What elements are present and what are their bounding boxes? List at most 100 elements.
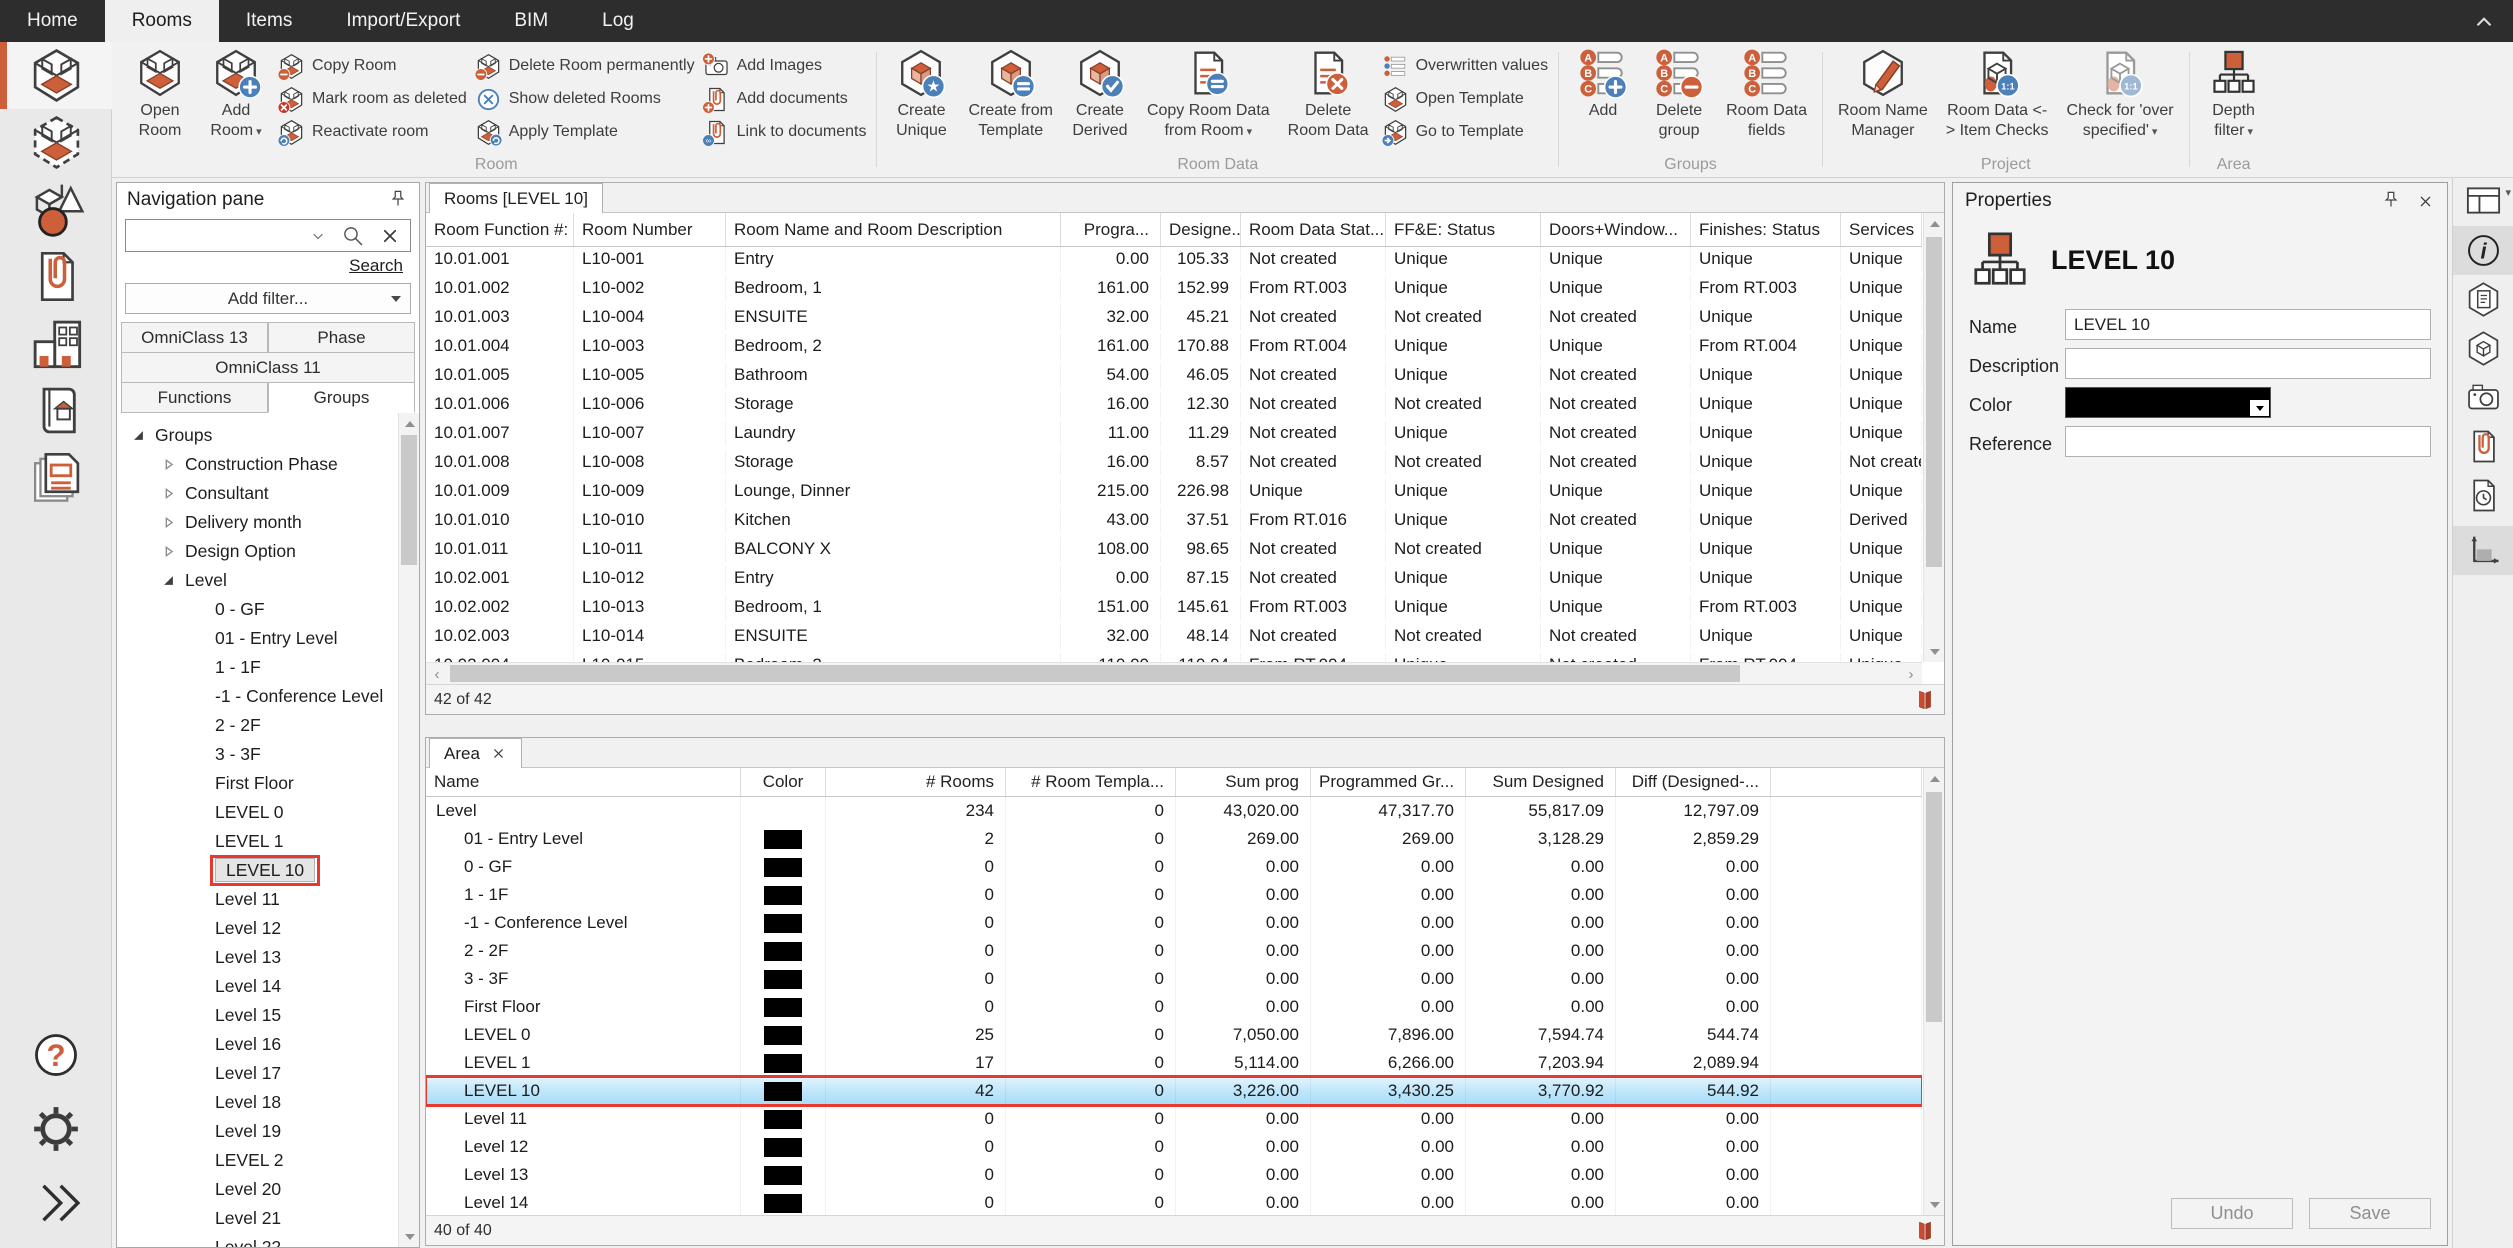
column-header-sum-designed[interactable]: Sum Designed [1466, 768, 1616, 796]
tree-item-level-18[interactable]: Level 18 [117, 1088, 419, 1117]
scroll-thumb[interactable] [1926, 237, 1942, 567]
scroll-down-icon[interactable] [1924, 1194, 1945, 1215]
tree-item-level-10[interactable]: LEVEL 10 [117, 856, 419, 885]
images-panel-button[interactable] [2453, 373, 2513, 422]
column-header-name[interactable]: Name [426, 768, 741, 796]
tree-item-level-14[interactable]: Level 14 [117, 972, 419, 1001]
area-row-level-11[interactable]: Level 11000.000.000.000.00 [426, 1105, 1922, 1133]
area-row-level-1[interactable]: LEVEL 11705,114.006,266.007,203.942,089.… [426, 1049, 1922, 1077]
table-row[interactable]: 10.01.001L10-001Entry0.00105.33Not creat… [426, 247, 1922, 276]
delete-room-permanently-button[interactable]: Delete Room permanently [475, 51, 695, 81]
area-panel-toggle-button[interactable] [2453, 526, 2513, 575]
color-picker[interactable] [2065, 387, 2271, 418]
tree-item-01-entry-level[interactable]: 01 - Entry Level [117, 624, 419, 653]
copy-room-button[interactable]: Copy Room [278, 51, 467, 81]
column-header-room-data-stat-[interactable]: Room Data Stat... [1241, 213, 1386, 246]
table-row[interactable]: 10.01.006L10-006Storage16.0012.30Not cre… [426, 392, 1922, 421]
tree-item-0-gf[interactable]: 0 - GF [117, 595, 419, 624]
table-row[interactable]: 10.01.005L10-005Bathroom54.0046.05Not cr… [426, 363, 1922, 392]
tree-item-level-22[interactable]: Level 22 [117, 1233, 419, 1247]
scroll-thumb[interactable] [401, 435, 417, 565]
menu-tab-log[interactable]: Log [575, 0, 661, 42]
scroll-left-icon[interactable]: ‹ [426, 663, 448, 685]
table-row[interactable]: 10.02.003L10-014ENSUITE32.0048.14Not cre… [426, 624, 1922, 653]
table-row[interactable]: 10.01.003L10-004ENSUITE32.0045.21Not cre… [426, 305, 1922, 334]
table-row[interactable]: 10.01.011L10-011BALCONY X108.0098.65Not … [426, 537, 1922, 566]
tree-item-level-1[interactable]: LEVEL 1 [117, 827, 419, 856]
tree-item-delivery-month[interactable]: Delivery month [117, 508, 419, 537]
tree-item--1-conference-level[interactable]: -1 - Conference Level [117, 682, 419, 711]
menu-tab-import-export[interactable]: Import/Export [319, 0, 487, 42]
add-images-button[interactable]: Add Images [703, 51, 867, 81]
scroll-up-icon[interactable] [1924, 768, 1945, 789]
rooms-vertical-scrollbar[interactable] [1923, 213, 1944, 662]
table-row[interactable]: 10.01.008L10-008Storage16.008.57Not crea… [426, 450, 1922, 479]
tab-rooms-level10[interactable]: Rooms [LEVEL 10] [429, 183, 603, 213]
open-template-button[interactable]: Open Template [1382, 84, 1549, 114]
table-row[interactable]: 10.01.010L10-010Kitchen43.0037.51From RT… [426, 508, 1922, 537]
area-report-icon[interactable] [1914, 689, 1936, 711]
tree-item-level-15[interactable]: Level 15 [117, 1001, 419, 1030]
rooms-horizontal-scrollbar[interactable]: ‹› [426, 662, 1922, 684]
area-row-level-0[interactable]: LEVEL 02507,050.007,896.007,594.74544.74 [426, 1021, 1922, 1049]
copy-room-data-from-room-button[interactable]: Copy Room Data from Room▾ [1142, 46, 1275, 144]
scroll-thumb[interactable] [450, 665, 1740, 682]
tree-item-level-21[interactable]: Level 21 [117, 1204, 419, 1233]
sidebar-item-expand[interactable] [0, 1166, 112, 1240]
area-report-icon[interactable] [1914, 1220, 1936, 1242]
tree-scrollbar[interactable] [398, 413, 419, 1247]
menu-tab-rooms[interactable]: Rooms [105, 0, 219, 42]
tree-collapsed-icon[interactable] [163, 517, 185, 528]
tree-expanded-icon[interactable] [163, 575, 185, 586]
sidebar-item-rooms[interactable] [0, 42, 112, 109]
tree-item-2-2f[interactable]: 2 - 2F [117, 711, 419, 740]
link-to-documents-button[interactable]: ∞Link to documents [703, 117, 867, 147]
area-row-2-2f[interactable]: 2 - 2F000.000.000.000.00 [426, 937, 1922, 965]
pin-icon[interactable] [2380, 190, 2402, 212]
scroll-down-icon[interactable] [1924, 641, 1945, 662]
items-in-room-button[interactable] [2453, 324, 2513, 373]
area-row-3-3f[interactable]: 3 - 3F000.000.000.000.00 [426, 965, 1922, 993]
filter-tab-omniclass11[interactable]: OmniClass 11 [121, 352, 415, 383]
column-header-room-number[interactable]: Room Number [574, 213, 726, 246]
column-header-#-room-templa-[interactable]: # Room Templa... [1006, 768, 1176, 796]
room-data-fields-button[interactable]: ABCRoom Data fields [1721, 46, 1812, 143]
tree-item-level[interactable]: Level [117, 566, 419, 595]
save-button[interactable]: Save [2309, 1198, 2431, 1229]
delete-group-button[interactable]: ABCDelete group [1645, 46, 1713, 143]
area-row-first-floor[interactable]: First Floor000.000.000.000.00 [426, 993, 1922, 1021]
tree-item-construction-phase[interactable]: Construction Phase [117, 450, 419, 479]
area-row-level-12[interactable]: Level 12000.000.000.000.00 [426, 1133, 1922, 1161]
column-header-room-function-#-[interactable]: Room Function #: [426, 213, 574, 246]
close-icon[interactable] [2416, 192, 2435, 211]
sidebar-item-settings[interactable] [0, 1092, 112, 1166]
room-data-item-checks-button[interactable]: 1:1Room Data <- > Item Checks [1941, 46, 2054, 143]
add-room-button[interactable]: Add Room▾ [202, 46, 270, 144]
table-row[interactable]: 10.02.002L10-013Bedroom, 1151.00145.61Fr… [426, 595, 1922, 624]
menu-tab-items[interactable]: Items [219, 0, 319, 42]
mark-room-as-deleted-button[interactable]: Mark room as deleted [278, 84, 467, 114]
filter-tab-functions[interactable]: Functions [121, 382, 268, 413]
show-deleted-rooms-button[interactable]: Show deleted Rooms [475, 84, 695, 114]
area-vertical-scrollbar[interactable] [1923, 768, 1944, 1215]
table-row[interactable]: 10.01.009L10-009Lounge, Dinner215.00226.… [426, 479, 1922, 508]
filter-tab-groups[interactable]: Groups [268, 382, 415, 413]
column-header-doors-window-[interactable]: Doors+Window... [1541, 213, 1691, 246]
sidebar-item-reports[interactable] [0, 444, 112, 511]
area-row-0-gf[interactable]: 0 - GF000.000.000.000.00 [426, 853, 1922, 881]
history-panel-button[interactable] [2453, 471, 2513, 520]
column-header-progra-[interactable]: Progra... [1061, 213, 1161, 246]
tab-area[interactable]: Area [429, 738, 522, 768]
area-row-level-13[interactable]: Level 13000.000.000.000.00 [426, 1161, 1922, 1189]
scroll-down-icon[interactable] [399, 1226, 419, 1247]
room-name-manager-button[interactable]: Room Name Manager [1833, 46, 1933, 143]
info-panel-button[interactable]: i [2453, 226, 2513, 275]
tree-collapsed-icon[interactable] [163, 546, 185, 557]
column-header-diff-designed-[interactable]: Diff (Designed-... [1616, 768, 1771, 796]
sidebar-item-room-templates[interactable] [0, 109, 112, 176]
tree-item-design-option[interactable]: Design Option [117, 537, 419, 566]
apply-template-button[interactable]: Apply Template [475, 117, 695, 147]
description-field[interactable] [2065, 348, 2431, 379]
column-header-finishes-status[interactable]: Finishes: Status [1691, 213, 1841, 246]
tree-item-groups[interactable]: Groups [117, 421, 419, 450]
